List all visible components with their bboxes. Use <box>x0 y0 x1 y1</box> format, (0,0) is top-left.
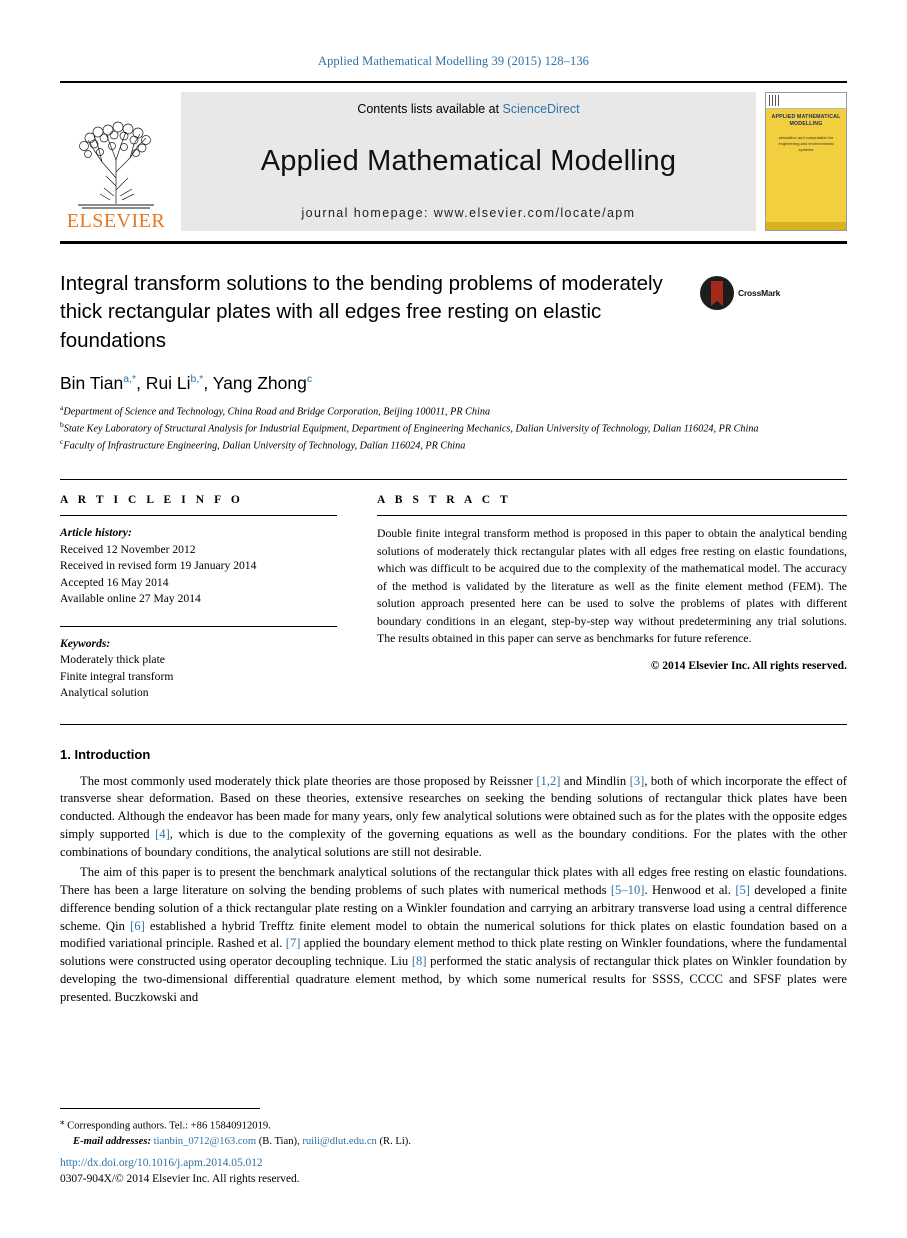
abstract-heading: A B S T R A C T <box>377 494 512 507</box>
email-label: E-mail addresses: <box>73 1136 151 1148</box>
running-head: Applied Mathematical Modelling 39 (2015)… <box>317 54 590 68</box>
affiliation-a: aDepartment of Science and Technology, C… <box>60 402 491 418</box>
affiliation-c-text: Faculty of Infrastructure Engineering, D… <box>63 439 466 451</box>
cover-publisher-icon <box>769 95 779 106</box>
email-link-2[interactable]: ruili@dlut.edu.cn <box>302 1136 376 1147</box>
asterisk-icon: ⁎ <box>60 1115 65 1126</box>
cover-title: APPLIED MATHEMATICAL MODELLING <box>771 114 841 127</box>
contents-prefix: Contents lists available at <box>357 102 503 116</box>
history-item: Received 12 November 2012 <box>60 542 196 556</box>
masthead-divider <box>60 241 847 244</box>
elsevier-wordmark: ELSEVIER <box>66 210 166 232</box>
article-info-column: A R T I C L E I N F O Article history: R… <box>60 494 337 701</box>
body-divider <box>60 723 847 725</box>
title-block: Integral transform solutions to the bend… <box>60 270 847 355</box>
page-title: Integral transform solutions to the bend… <box>60 272 663 352</box>
doi-link[interactable]: http://dx.doi.org/10.1016/j.apm.2014.05.… <box>60 1155 300 1172</box>
citation-link[interactable]: [8] <box>412 954 427 968</box>
abstract-divider <box>377 515 847 517</box>
history-item: Available online 27 May 2014 <box>60 592 201 606</box>
cover-subtitle: simulation and computation for engineeri… <box>778 135 834 152</box>
history-item: Received in revised form 19 January 2014 <box>60 559 257 573</box>
keyword-item: Moderately thick plate <box>60 653 165 667</box>
article-info-divider <box>60 515 337 517</box>
journal-title: Applied Mathematical Modelling <box>260 144 677 177</box>
journal-masthead: ELSEVIER Contents lists available at Sci… <box>60 81 847 231</box>
crossmark-icon <box>700 276 734 310</box>
citation-link[interactable]: [3] <box>630 774 645 788</box>
journal-banner: Contents lists available at ScienceDirec… <box>181 92 756 231</box>
crossmark-badge[interactable]: CrossMark <box>700 276 780 310</box>
email-owner-1: (B. Tian) <box>258 1136 298 1148</box>
history-item: Accepted 16 May 2014 <box>60 575 169 589</box>
email-link-1[interactable]: tianbin_0712@163.com <box>154 1136 256 1147</box>
cover-header-strip <box>766 93 846 109</box>
affiliation-b-text: State Key Laboratory of Structural Analy… <box>63 423 759 435</box>
abstract-column: A B S T R A C T Double finite integral t… <box>377 494 847 701</box>
elsevier-tree-icon <box>78 121 154 209</box>
affiliation-c: cFaculty of Infrastructure Engineering, … <box>60 436 466 451</box>
contents-available-line: Contents lists available at ScienceDirec… <box>357 102 579 116</box>
keywords-label: Keywords: <box>60 636 111 650</box>
footnote-divider <box>60 1107 260 1109</box>
citation-link[interactable]: [5–10] <box>611 883 645 897</box>
affiliation-list: aDepartment of Science and Technology, C… <box>60 403 847 454</box>
keywords-block: Keywords: Moderately thick plate Finite … <box>60 636 337 702</box>
sciencedirect-link[interactable]: ScienceDirect <box>503 102 580 116</box>
article-history-block: Article history: Received 12 November 20… <box>60 525 337 607</box>
keyword-item: Finite integral transform <box>60 669 174 683</box>
paragraph-text: , which is due to the complexity of the … <box>60 827 847 860</box>
citation-link[interactable]: [7] <box>286 936 301 950</box>
abstract-text: Double finite integral transform method … <box>377 526 847 646</box>
journal-homepage-link[interactable]: journal homepage: www.elsevier.com/locat… <box>302 206 636 220</box>
citation-link[interactable]: [1,2] <box>536 774 560 788</box>
journal-cover-thumbnail: APPLIED MATHEMATICAL MODELLING simulatio… <box>765 92 847 231</box>
authors-names: Bin Tiana,*, Rui Lib,*, Yang Zhongc <box>60 372 313 393</box>
citation-link[interactable]: [5] <box>735 883 750 897</box>
intro-paragraph-1: The most commonly used moderately thick … <box>60 773 847 862</box>
affiliation-a-text: Department of Science and Technology, Ch… <box>63 406 491 418</box>
footnote-block: ⁎ Corresponding authors. Tel.: +86 15840… <box>60 1107 847 1150</box>
elsevier-logo: ELSEVIER <box>60 92 172 231</box>
section-heading-introduction: 1. Introduction <box>60 746 151 762</box>
keywords-divider <box>60 625 337 627</box>
paragraph-text: The most commonly used moderately thick … <box>80 773 537 788</box>
issn-copyright-line: 0307-904X/© 2014 Elsevier Inc. All right… <box>60 1173 300 1186</box>
info-abstract-section: A R T I C L E I N F O Article history: R… <box>60 479 847 701</box>
article-page: Applied Mathematical Modelling 39 (2015)… <box>0 0 907 1238</box>
crossmark-ribbon-icon <box>711 281 723 306</box>
paragraph-text: . Henwood et al. <box>644 882 736 897</box>
email-separator: , <box>297 1136 300 1148</box>
email-owner-2: (R. Li) <box>379 1136 409 1148</box>
intro-paragraph-2: The aim of this paper is to present the … <box>60 864 847 1007</box>
abstract-copyright: © 2014 Elsevier Inc. All rights reserved… <box>650 658 847 672</box>
corresponding-author-text: Corresponding authors. Tel.: +86 1584091… <box>67 1120 271 1132</box>
email-period: . <box>408 1136 411 1148</box>
email-note: E-mail addresses: tianbin_0712@163.com (… <box>60 1134 847 1150</box>
citation-link[interactable]: [4] <box>155 827 170 841</box>
cover-bottom-bar <box>766 222 846 230</box>
author-list: Bin Tiana,*, Rui Lib,*, Yang Zhongc <box>60 373 847 394</box>
affiliation-b: bState Key Laboratory of Structural Anal… <box>60 419 759 435</box>
article-history-label: Article history: <box>60 526 132 540</box>
paragraph-text: and Mindlin <box>560 773 630 788</box>
corresponding-author-note: ⁎ Corresponding authors. Tel.: +86 15840… <box>60 1115 847 1134</box>
keyword-item: Analytical solution <box>60 686 149 700</box>
doi-block: http://dx.doi.org/10.1016/j.apm.2014.05.… <box>60 1155 300 1188</box>
citation-link[interactable]: [6] <box>130 919 145 933</box>
crossmark-label: CrossMark <box>738 288 781 298</box>
article-info-heading: A R T I C L E I N F O <box>60 494 244 507</box>
